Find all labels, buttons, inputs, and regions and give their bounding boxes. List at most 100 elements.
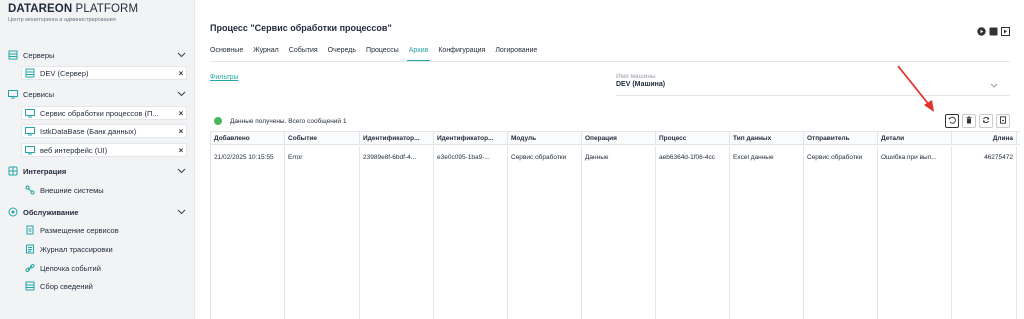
table-cell: Сервис обработки [508, 146, 582, 319]
tab-main[interactable]: Основные [210, 45, 243, 61]
sidebar-item-label: веб интерфейс (UI) [40, 145, 108, 155]
close-icon[interactable]: × [176, 146, 186, 155]
sidebar-item-dev-server[interactable]: DEV (Сервер) × [21, 66, 187, 80]
chevron-down-icon[interactable] [176, 89, 186, 99]
sidebar-section-maintenance[interactable]: Обслуживание [8, 205, 186, 219]
sidebar-item-label: DEV (Сервер) [40, 68, 89, 78]
chevron-down-icon[interactable] [990, 81, 998, 90]
table-cell: Excel данные [730, 146, 804, 319]
sidebar-section-services[interactable]: Сервисы [8, 87, 186, 101]
monitor-icon [25, 108, 35, 118]
export-button[interactable] [996, 114, 1010, 128]
close-icon[interactable]: × [176, 109, 186, 118]
sidebar-section-label: Обслуживание [23, 207, 79, 217]
table-cell: 21/02/2025 10:15:55 [211, 146, 285, 319]
table-toolbar [945, 114, 1010, 128]
column-header[interactable]: Добавлено [211, 132, 285, 144]
column-header[interactable]: Идентификатор... [434, 132, 508, 144]
chevron-down-icon[interactable] [176, 166, 186, 176]
sidebar-section-label: Серверы [23, 50, 55, 60]
database-icon [25, 281, 35, 291]
document-icon [25, 225, 35, 235]
tab-configuration[interactable]: Конфигурация [438, 45, 485, 61]
sidebar-item-trace-log[interactable]: Журнал трассировки [22, 242, 188, 256]
main-panel: Процесс "Сервис обработки процессов" Осн… [196, 0, 1024, 319]
refresh-button[interactable] [979, 114, 993, 128]
archive-table: Добавлено Событие Идентификатор... Идентифи… [210, 131, 1020, 319]
annotation-arrow [897, 65, 934, 112]
brand-logo: DATAREON PLATFORM [8, 3, 139, 15]
refresh-icon [982, 116, 990, 126]
delete-button[interactable] [962, 114, 976, 128]
table-cell: e3e0c095-1ba9-... [434, 146, 508, 319]
sidebar: DATAREON PLATFORM Центр мониторинга и ад… [0, 0, 195, 319]
server-icon [8, 50, 18, 60]
table-cell: Данные [582, 146, 656, 319]
undo-button[interactable] [945, 114, 959, 128]
sidebar-item-label: IstkDataBase (Банк данных) [40, 126, 137, 136]
sidebar-section-label: Интеграция [23, 166, 67, 176]
tab-archive[interactable]: Архив [406, 45, 430, 62]
column-header[interactable]: Детали [878, 132, 952, 144]
table-cell: Error [285, 146, 360, 319]
filters-link[interactable]: Фильтры [210, 74, 239, 81]
column-header[interactable]: Отправитель [804, 132, 878, 144]
table-header: Добавлено Событие Идентификатор... Идентифи… [211, 132, 1020, 145]
chevron-down-icon[interactable] [176, 207, 186, 217]
tab-logging[interactable]: Логирование [495, 45, 537, 61]
process-controls [977, 27, 1010, 36]
sidebar-item-web-ui[interactable]: веб интерфейс (UI) × [21, 143, 187, 157]
table-cell: 46275472 [952, 146, 1017, 319]
sidebar-item-label: Сбор сведений [40, 281, 93, 291]
sidebar-item-databank[interactable]: IstkDataBase (Банк данных) × [21, 124, 187, 138]
nodes-icon [25, 185, 35, 195]
close-icon[interactable]: × [176, 69, 186, 78]
status-dot [214, 117, 222, 125]
play-icon[interactable] [977, 27, 986, 36]
column-header[interactable]: Тип данных [730, 132, 804, 144]
step-icon[interactable] [1001, 27, 1010, 36]
sidebar-section-label: Сервисы [23, 89, 55, 99]
sidebar-item-process-service[interactable]: Сервис обработки процессов (П... × [21, 106, 187, 120]
stop-icon[interactable] [989, 27, 998, 36]
column-header[interactable]: Событие [285, 132, 360, 144]
tab-events[interactable]: События [289, 45, 318, 61]
sidebar-item-label: Сервис обработки процессов (П... [40, 108, 159, 118]
tab-processes[interactable]: Процессы [366, 45, 399, 61]
sidebar-item-label: Размещение сервисов [40, 225, 119, 235]
chevron-down-icon[interactable] [176, 50, 186, 60]
column-header[interactable]: Операция [582, 132, 656, 144]
monitor-icon [25, 145, 35, 155]
table-row[interactable]: 21/02/2025 10:15:55 Error 23989e8f-6bdf-4.… [211, 146, 1020, 319]
sidebar-section-integration[interactable]: Интеграция [8, 164, 186, 178]
machine-select[interactable]: Имя машины DEV (Машина) [616, 72, 1010, 96]
column-header[interactable]: Идентификатор... [360, 132, 434, 144]
machine-value: DEV (Машина) [616, 81, 666, 88]
trash-icon [965, 116, 973, 126]
page-title: Процесс "Сервис обработки процессов" [210, 23, 392, 33]
tab-queue[interactable]: Очередь [328, 45, 356, 61]
column-header[interactable]: Длина [952, 132, 1017, 144]
column-header[interactable]: Процесс [656, 132, 730, 144]
link-icon [25, 263, 35, 273]
tab-journal[interactable]: Журнал [253, 45, 279, 61]
sidebar-item-info-collection[interactable]: Сбор сведений [22, 279, 188, 293]
machine-label: Имя машины [616, 73, 656, 80]
monitor-icon [8, 89, 18, 99]
sidebar-item-label: Цепочка событий [40, 263, 101, 273]
brand-subtitle: Центр мониторинга и администрирования [8, 17, 116, 23]
close-icon[interactable]: × [176, 127, 186, 136]
server-icon [25, 68, 35, 78]
column-header[interactable]: Модуль [508, 132, 582, 144]
table-cell: Сервис обработки [804, 146, 878, 319]
status-message: Данные получены. Всего сообщений 1 [214, 117, 347, 125]
integration-icon [8, 166, 18, 176]
sidebar-section-servers[interactable]: Серверы [8, 48, 186, 62]
sidebar-item-service-placement[interactable]: Размещение сервисов [22, 223, 188, 237]
monitor-icon [25, 126, 35, 136]
sidebar-item-external-systems[interactable]: Внешние системы [22, 183, 188, 197]
sidebar-item-event-chain[interactable]: Цепочка событий [22, 261, 188, 275]
table-cell: 23989e8f-6bdf-4... [360, 146, 434, 319]
table-cell: aeb6364d-1f06-4cc [656, 146, 730, 319]
sidebar-item-label: Журнал трассировки [40, 244, 113, 254]
